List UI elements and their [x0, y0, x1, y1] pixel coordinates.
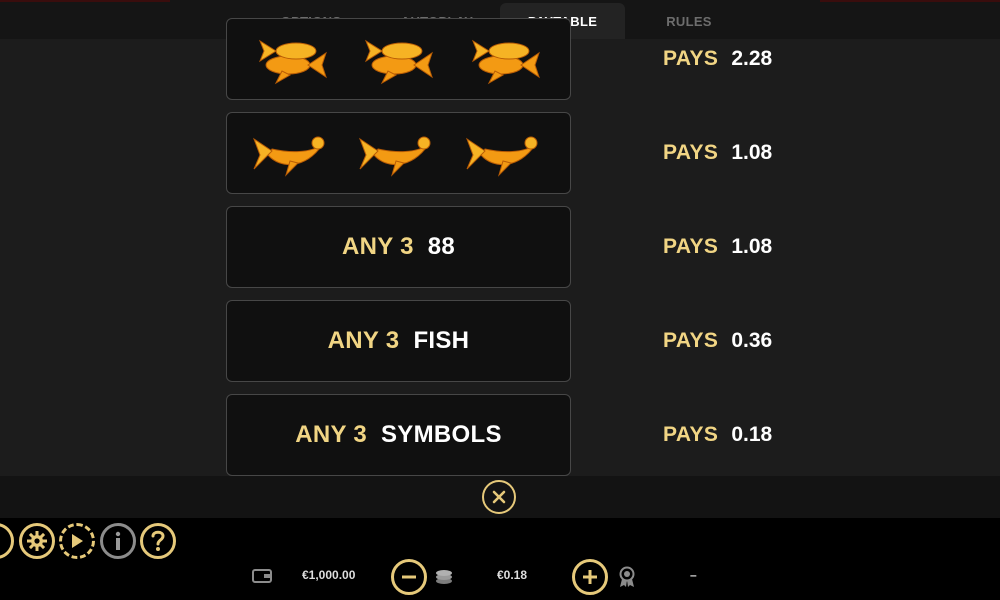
bottom-bar: €1,000.00 €0.18 –	[0, 518, 1000, 600]
question-icon	[151, 530, 165, 551]
symbol-card	[226, 18, 571, 100]
close-bar	[0, 476, 1000, 518]
paytable-row: ANY 3 SYMBOLS PAYS 0.18	[0, 394, 1000, 476]
payout: PAYS 1.08	[663, 112, 772, 194]
any-label: ANY 3	[295, 421, 367, 448]
pair-koi-icon	[365, 39, 434, 85]
symbol-combo	[227, 31, 570, 87]
win-value: –	[690, 568, 697, 582]
symbol-card	[226, 112, 571, 194]
symbol-card: ANY 3 SYMBOLS	[226, 394, 571, 476]
decrease-bet-button[interactable]	[391, 559, 427, 595]
minus-icon	[402, 575, 416, 579]
payout: PAYS 1.08	[663, 206, 772, 288]
pays-label: PAYS	[663, 47, 719, 70]
koi-fish-icon	[359, 136, 431, 177]
settings-button[interactable]	[19, 523, 55, 559]
pays-label: PAYS	[663, 235, 719, 258]
close-button[interactable]	[482, 480, 516, 514]
gear-icon	[27, 531, 47, 551]
combo-item: SYMBOLS	[380, 421, 502, 448]
close-icon	[492, 490, 506, 504]
symbol-card: ANY 3 FISH	[226, 300, 571, 382]
menu-button[interactable]	[0, 523, 14, 559]
pair-koi-icon	[471, 39, 540, 85]
top-edge-right	[820, 0, 1000, 2]
paytable-row: ANY 3 88 PAYS 1.08	[0, 206, 1000, 288]
combo-item: 88	[427, 233, 456, 260]
any-label: ANY 3	[327, 327, 400, 354]
pays-value: 0.36	[731, 329, 773, 352]
any-label: ANY 3	[341, 233, 414, 260]
top-edge-left	[0, 0, 170, 2]
paytable-row: PAYS 2.28	[0, 18, 1000, 100]
pays-value: 0.18	[731, 423, 773, 446]
coins-icon	[436, 570, 452, 584]
pays-value: 2.28	[731, 47, 773, 70]
balance-value: €1,000.00	[302, 568, 356, 582]
pays-value: 1.08	[731, 141, 773, 164]
bet-value: €0.18	[497, 568, 528, 582]
symbol-card: ANY 3 88	[226, 206, 571, 288]
payout: PAYS 0.36	[663, 300, 772, 382]
pays-label: PAYS	[663, 141, 719, 164]
paytable-row: ANY 3 FISH PAYS 0.36	[0, 300, 1000, 382]
combo-item: FISH	[413, 327, 470, 354]
symbol-combo	[227, 125, 570, 181]
pays-value: 1.08	[731, 235, 773, 258]
info-button[interactable]	[100, 523, 136, 559]
wallet-icon	[252, 569, 272, 583]
payout: PAYS 0.18	[663, 394, 772, 476]
award-icon	[619, 566, 635, 587]
autoplay-button[interactable]	[59, 523, 95, 559]
koi-fish-icon	[465, 136, 538, 177]
paytable-row: PAYS 1.08	[0, 112, 1000, 194]
payout: PAYS 2.28	[663, 18, 772, 100]
info-icon	[115, 531, 121, 550]
increase-bet-button[interactable]	[572, 559, 608, 595]
pays-label: PAYS	[663, 423, 719, 446]
pays-label: PAYS	[663, 329, 719, 352]
pair-koi-icon	[259, 39, 328, 85]
plus-icon	[583, 570, 597, 584]
game-screen: OPTIONS AUTOPLAY PAYTABLE RULES	[0, 0, 1000, 600]
play-icon	[72, 534, 83, 548]
koi-fish-icon	[253, 136, 325, 177]
help-button[interactable]	[140, 523, 176, 559]
